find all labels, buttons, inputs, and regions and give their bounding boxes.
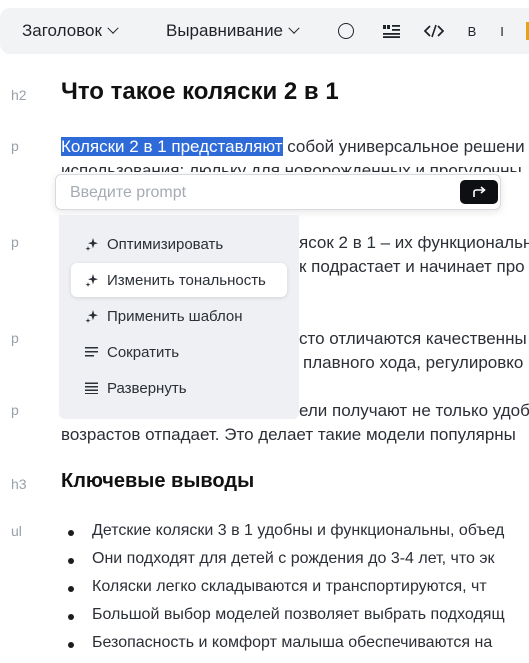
paragraph-4-line-2: возрастов отпадает. Это делает такие мод… (61, 425, 516, 444)
menu-item-change-tone[interactable]: Изменить тональность (71, 263, 287, 297)
blockquote-button[interactable] (380, 8, 402, 54)
italic-button[interactable]: I (498, 8, 506, 54)
selected-text[interactable]: Коляски 2 в 1 представляют (61, 137, 283, 156)
bullet-icon (68, 586, 74, 592)
bullet-icon (68, 530, 74, 536)
menu-item-label: Применить шаблон (107, 307, 243, 325)
block-tag-h2: h2 (11, 87, 27, 103)
align-dropdown-label: Выравнивание (166, 21, 284, 40)
menu-item-label: Сократить (107, 343, 180, 361)
paragraph-text: собой универсальное решени (282, 137, 525, 156)
bullet-icon (68, 558, 74, 564)
align-dropdown[interactable]: Выравнивание (166, 8, 300, 54)
sparkle-icon (83, 307, 101, 325)
italic-label: I (500, 23, 504, 39)
paragraph-2-line-1: ясок 2 в 1 – их функционально (299, 233, 529, 252)
redo-arrow-icon (473, 186, 486, 197)
menu-item-label: Развернуть (107, 379, 187, 397)
paragraph-2-line-2: к подрастает и начинает про (299, 257, 525, 276)
ai-prompt-box (55, 174, 501, 211)
bold-label: B (467, 23, 477, 39)
circle-icon (338, 23, 354, 39)
paragraph-3-line-1: сто отличаются качественны (299, 329, 527, 348)
send-prompt-button[interactable] (460, 180, 498, 204)
sparkle-icon (83, 271, 101, 289)
prompt-input[interactable] (68, 175, 452, 211)
list-item-text: Большой выбор моделей позволяет выбрать … (92, 606, 505, 623)
chevron-down-icon (107, 22, 119, 34)
list-item-text: Они подходят для детей с рождения до 3-4… (92, 550, 495, 567)
bullet-icon (68, 614, 74, 620)
block-tag-p: p (11, 138, 19, 154)
heading-dropdown-label: Заголовок (22, 21, 102, 40)
list-item-text: Детские коляски 3 в 1 удобны и функциона… (92, 522, 505, 539)
paragraph-4-line-1: ели получают не только удоб (299, 401, 529, 420)
menu-item-apply-template[interactable]: Применить шаблон (71, 299, 287, 333)
chevron-down-icon (288, 22, 300, 34)
menu-item-shorten[interactable]: Сократить (71, 335, 287, 369)
heading-dropdown[interactable]: Заголовок (22, 8, 119, 54)
paragraph-1-line-1[interactable]: Коляски 2 в 1 представляют собой универс… (61, 137, 525, 157)
code-button[interactable] (423, 8, 445, 54)
menu-item-label: Изменить тональность (107, 271, 266, 289)
block-tag-h3: h3 (11, 476, 27, 492)
ai-actions-menu: Оптимизировать Изменить тональность Прим… (59, 215, 299, 419)
circle-button[interactable] (336, 8, 356, 54)
h2-heading[interactable]: Что такое коляски 2 в 1 (61, 78, 339, 106)
list-item-text: Безопасность и комфорт малыша обеспечива… (92, 634, 493, 651)
list-item-text: Коляски легко складываются и транспортир… (92, 578, 487, 595)
code-icon (424, 24, 444, 38)
sparkle-icon (83, 235, 101, 253)
lines-short-icon (83, 343, 101, 361)
editor-toolbar: Заголовок Выравнивание B I (0, 8, 529, 54)
block-tag-p: p (11, 234, 19, 250)
paragraph-3-line-2: плавного хода, регулировко (303, 353, 524, 372)
lines-expand-icon (83, 379, 101, 397)
menu-item-optimize[interactable]: Оптимизировать (71, 227, 287, 261)
menu-item-expand[interactable]: Развернуть (71, 371, 287, 405)
bold-button[interactable]: B (466, 8, 478, 54)
block-tag-p: p (11, 330, 19, 346)
block-tag-p: p (11, 402, 19, 418)
block-tag-ul: ul (11, 523, 22, 539)
quote-lines-icon (383, 25, 400, 38)
menu-item-label: Оптимизировать (107, 235, 224, 253)
bullet-icon (68, 642, 74, 648)
h3-heading[interactable]: Ключевые выводы (61, 470, 254, 493)
